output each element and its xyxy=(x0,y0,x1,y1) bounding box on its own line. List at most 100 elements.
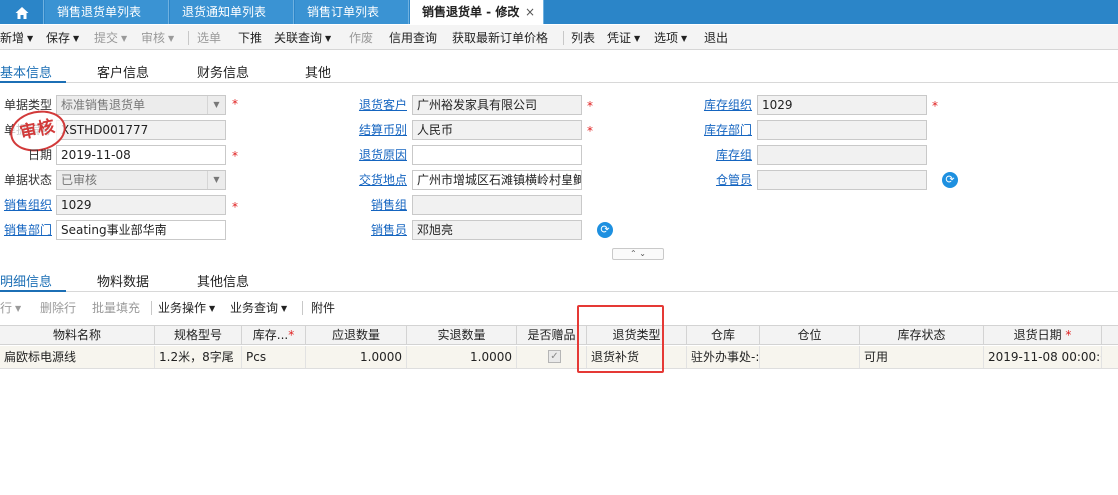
toolbar-divider xyxy=(151,301,152,315)
customer-field[interactable]: 广州裕发家具有限公司 xyxy=(412,95,582,115)
sales-dept-field[interactable]: Seating事业部华南 xyxy=(56,220,226,240)
chevron-down-icon: ▼ xyxy=(121,34,128,43)
cell-material-name[interactable]: 扁欧标电源线 xyxy=(0,346,155,368)
tab-sales-return-edit[interactable]: 销售退货单 - 修改 × xyxy=(410,0,544,24)
batch-fill-button[interactable]: 批量填充 xyxy=(92,299,140,317)
tab-customer-info[interactable]: 客户信息 xyxy=(97,62,149,81)
audit-button[interactable]: 审核 ▼ xyxy=(141,29,174,47)
delivery-place-label[interactable]: 交货地点 xyxy=(350,171,407,189)
cell-stock-unit[interactable]: Pcs xyxy=(242,346,306,368)
tab-detail-info[interactable]: 明细信息 xyxy=(0,271,52,290)
cell-due-qty[interactable]: 1.0000 xyxy=(306,346,407,368)
business-ops-button[interactable]: 业务操作 ▼ xyxy=(158,299,215,317)
tab-sales-order-list[interactable]: 销售订单列表 xyxy=(295,0,409,24)
date-field[interactable]: 2019-11-08 xyxy=(56,145,226,165)
bill-type-select[interactable]: 标准销售退货单 ▼ xyxy=(56,95,226,115)
collapse-toggle-button[interactable]: ⌃ ⌄ xyxy=(612,248,664,260)
tab-basic-info[interactable]: 基本信息 xyxy=(0,62,52,81)
required-mark: * xyxy=(232,97,238,111)
cell-warehouse[interactable]: 驻外办事处-: xyxy=(687,346,760,368)
stock-group-field[interactable] xyxy=(757,145,927,165)
stock-group-label[interactable]: 库存组 xyxy=(690,146,752,164)
table-row[interactable]: 扁欧标电源线 1.2米，8字尾 Pcs 1.0000 1.0000 ✓ 退货补货… xyxy=(0,346,1118,369)
column-header-is-gift[interactable]: 是否赠品 xyxy=(517,326,587,345)
tab-other[interactable]: 其他 xyxy=(305,62,331,81)
cell-return-type[interactable]: 退货补货 xyxy=(587,346,687,368)
currency-field[interactable]: 人民币 xyxy=(412,120,582,140)
keeper-label[interactable]: 仓管员 xyxy=(690,171,752,189)
column-header-location[interactable]: 仓位 xyxy=(760,326,860,345)
tab-return-notice-list[interactable]: 退货通知单列表 xyxy=(170,0,294,24)
sales-dept-label[interactable]: 销售部门 xyxy=(0,221,52,239)
stock-org-field[interactable]: 1029 xyxy=(757,95,927,115)
cell-actual-qty[interactable]: 1.0000 xyxy=(407,346,517,368)
stock-dept-field[interactable] xyxy=(757,120,927,140)
status-select[interactable]: 已审核 ▼ xyxy=(56,170,226,190)
tab-material-data[interactable]: 物料数据 xyxy=(97,271,149,290)
home-icon xyxy=(15,6,28,19)
grid-toolbar: 行 ▼ 删除行 批量填充 业务操作 ▼ 业务查询 ▼ 附件 xyxy=(0,296,1118,318)
required-mark: * xyxy=(232,149,238,163)
sales-org-label[interactable]: 销售组织 xyxy=(0,196,52,214)
main-toolbar: 新增 ▼ 保存 ▼ 提交 ▼ 审核 ▼ 选单 下推 关联查询 ▼ 作废 信用查询 获取最新… xyxy=(0,25,1118,50)
delete-row-button[interactable]: 删除行 xyxy=(40,299,76,317)
void-button[interactable]: 作废 xyxy=(349,29,373,47)
add-row-button[interactable]: 行 ▼ xyxy=(0,299,21,317)
salesman-field[interactable]: 邓旭亮 xyxy=(412,220,582,240)
refresh-icon[interactable]: ⟳ xyxy=(597,222,613,238)
refresh-icon[interactable]: ⟳ xyxy=(942,172,958,188)
return-reason-label[interactable]: 退货原因 xyxy=(350,146,407,164)
attachment-button[interactable]: 附件 xyxy=(311,299,335,317)
tab-finance-info[interactable]: 财务信息 xyxy=(197,62,249,81)
business-query-button[interactable]: 业务查询 ▼ xyxy=(230,299,287,317)
column-header-actual-qty[interactable]: 实退数量 xyxy=(407,326,517,345)
column-header-warehouse[interactable]: 仓库 xyxy=(687,326,760,345)
voucher-button[interactable]: 凭证 ▼ xyxy=(607,29,640,47)
chevron-down-icon: ▼ xyxy=(209,304,216,313)
cell-return-date[interactable]: 2019-11-08 00:00:0 xyxy=(984,346,1102,368)
bill-no-field[interactable]: XSTHD001777 xyxy=(56,120,226,140)
column-header-return-type[interactable]: 退货类型 xyxy=(587,326,687,345)
active-tab-indicator xyxy=(0,290,66,292)
stock-dept-label[interactable]: 库存部门 xyxy=(690,121,752,139)
column-header-stock-status[interactable]: 库存状态 xyxy=(860,326,984,345)
save-button[interactable]: 保存 ▼ xyxy=(46,29,79,47)
customer-label[interactable]: 退货客户 xyxy=(350,96,407,114)
cell-stock-status[interactable]: 可用 xyxy=(860,346,984,368)
close-icon[interactable]: × xyxy=(525,0,535,24)
select-doc-button[interactable]: 选单 xyxy=(197,29,221,47)
cell-spec[interactable]: 1.2米，8字尾 xyxy=(155,346,242,368)
delivery-place-field[interactable]: 广州市增城区石滩镇横岭村皇鲥 xyxy=(412,170,582,190)
new-button[interactable]: 新增 ▼ xyxy=(0,29,33,47)
list-button[interactable]: 列表 xyxy=(571,29,595,47)
exit-button[interactable]: 退出 xyxy=(704,29,728,47)
salesman-label[interactable]: 销售员 xyxy=(350,221,407,239)
sales-group-field[interactable] xyxy=(412,195,582,215)
chevron-down-icon: ▼ xyxy=(325,34,332,43)
sales-org-field[interactable]: 1029 xyxy=(56,195,226,215)
currency-label[interactable]: 结算币别 xyxy=(350,121,407,139)
column-header-stock-unit[interactable]: 库存...* xyxy=(242,326,306,345)
sales-group-label[interactable]: 销售组 xyxy=(350,196,407,214)
return-reason-field[interactable] xyxy=(412,145,582,165)
submit-button[interactable]: 提交 ▼ xyxy=(94,29,127,47)
tab-other-info[interactable]: 其他信息 xyxy=(197,271,249,290)
tab-sales-return-list[interactable]: 销售退货单列表 xyxy=(45,0,169,24)
credit-query-button[interactable]: 信用查询 xyxy=(389,29,437,47)
status-label: 单据状态 xyxy=(3,173,52,187)
column-header-material-name[interactable]: 物料名称 xyxy=(0,326,155,345)
tab-home[interactable] xyxy=(0,0,44,24)
column-header-spec[interactable]: 规格型号 xyxy=(155,326,242,345)
required-mark: * xyxy=(932,99,938,113)
chevron-down-icon: ▼ xyxy=(207,96,225,114)
column-header-due-qty[interactable]: 应退数量 xyxy=(306,326,407,345)
column-header-return-date[interactable]: 退货日期 * xyxy=(984,326,1102,345)
keeper-field[interactable] xyxy=(757,170,927,190)
is-gift-checkbox[interactable]: ✓ xyxy=(548,350,561,363)
options-button[interactable]: 选项 ▼ xyxy=(654,29,687,47)
push-down-button[interactable]: 下推 xyxy=(238,29,262,47)
latest-price-button[interactable]: 获取最新订单价格 xyxy=(452,29,548,47)
stock-org-label[interactable]: 库存组织 xyxy=(690,96,752,114)
linked-query-button[interactable]: 关联查询 ▼ xyxy=(274,29,331,47)
cell-location[interactable] xyxy=(760,346,860,368)
